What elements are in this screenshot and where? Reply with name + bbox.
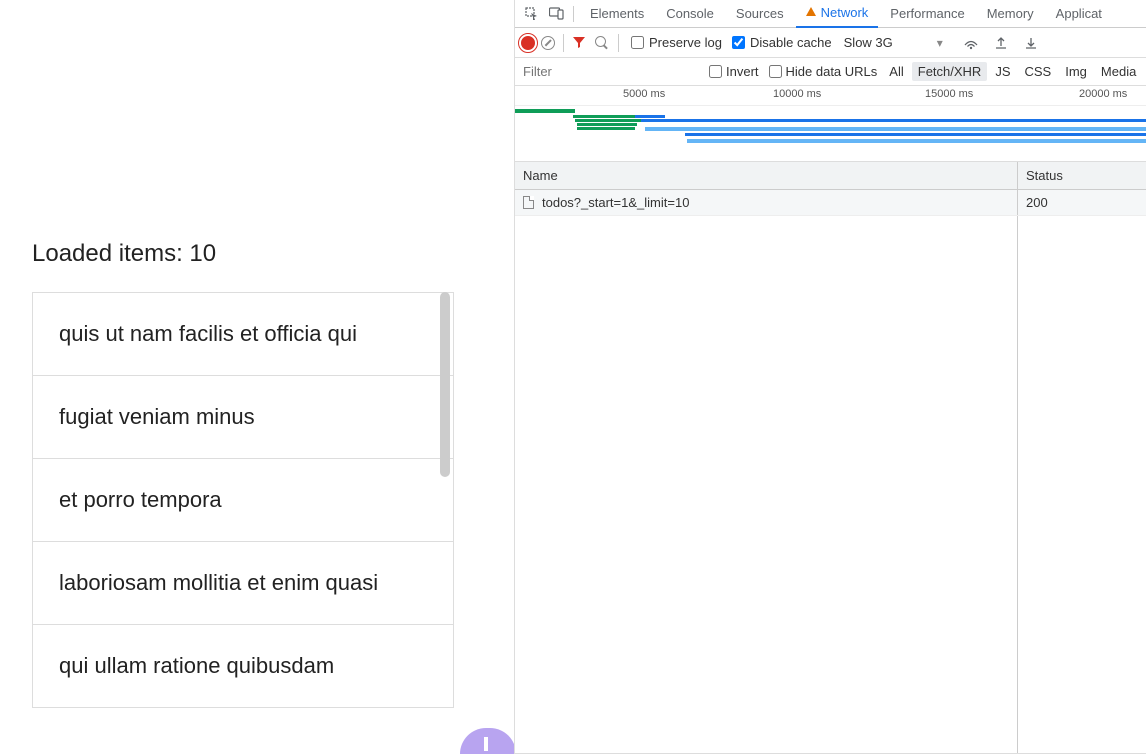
list-item[interactable]: quis ut nam facilis et officia qui bbox=[33, 293, 453, 376]
filter-all[interactable]: All bbox=[883, 62, 909, 81]
clear-button[interactable] bbox=[541, 36, 555, 50]
tab-performance[interactable]: Performance bbox=[880, 0, 974, 28]
timeline-tick: 20000 ms bbox=[1079, 88, 1127, 100]
devtools-panel: Elements Console Sources Network Perform… bbox=[515, 0, 1146, 754]
request-status: 200 bbox=[1018, 190, 1146, 215]
request-name: todos?_start=1&_limit=10 bbox=[542, 195, 689, 210]
devtools-tabs: Elements Console Sources Network Perform… bbox=[515, 0, 1146, 28]
preserve-log-checkbox[interactable]: Preserve log bbox=[631, 35, 722, 50]
invert-checkbox[interactable]: Invert bbox=[709, 64, 759, 79]
throttle-select[interactable]: Slow 3G bbox=[844, 35, 893, 50]
col-status-header[interactable]: Status bbox=[1018, 162, 1146, 189]
tab-application[interactable]: Applicat bbox=[1046, 0, 1112, 28]
invert-label: Invert bbox=[726, 64, 759, 79]
filter-input[interactable] bbox=[515, 58, 705, 85]
filter-js[interactable]: JS bbox=[989, 62, 1016, 81]
divider bbox=[618, 34, 619, 52]
filter-css[interactable]: CSS bbox=[1019, 62, 1058, 81]
col-name-header[interactable]: Name bbox=[515, 162, 1018, 189]
fab-button[interactable] bbox=[460, 728, 515, 754]
import-har-icon[interactable] bbox=[1023, 35, 1039, 51]
device-icon[interactable] bbox=[545, 3, 567, 25]
filter-img[interactable]: Img bbox=[1059, 62, 1093, 81]
disable-cache-checkbox[interactable]: Disable cache bbox=[732, 35, 832, 50]
timeline-tick: 10000 ms bbox=[773, 88, 821, 100]
warning-icon bbox=[806, 7, 816, 16]
scrollbar[interactable] bbox=[440, 292, 450, 477]
inspect-icon[interactable] bbox=[521, 3, 543, 25]
timeline-tick: 5000 ms bbox=[623, 88, 665, 100]
timeline-tick: 15000 ms bbox=[925, 88, 973, 100]
filter-media[interactable]: Media bbox=[1095, 62, 1142, 81]
filter-row: Invert Hide data URLs All Fetch/XHR JS C… bbox=[515, 58, 1146, 86]
chevron-down-icon[interactable]: ▾ bbox=[937, 36, 943, 50]
list-item[interactable]: fugiat veniam minus bbox=[33, 376, 453, 459]
table-header: Name Status bbox=[515, 162, 1146, 190]
request-table: Name Status todos?_start=1&_limit=10 200 bbox=[515, 162, 1146, 754]
divider bbox=[573, 6, 574, 22]
filter-fetch-xhr[interactable]: Fetch/XHR bbox=[912, 62, 988, 81]
tab-console[interactable]: Console bbox=[656, 0, 724, 28]
list-item[interactable]: qui ullam ratione quibusdam bbox=[33, 625, 453, 708]
disable-cache-label: Disable cache bbox=[750, 35, 832, 50]
tab-network[interactable]: Network bbox=[796, 0, 879, 28]
hide-data-urls-label: Hide data URLs bbox=[786, 64, 878, 79]
app-panel: Loaded items: 10 quis ut nam facilis et … bbox=[0, 0, 515, 754]
preserve-log-label: Preserve log bbox=[649, 35, 722, 50]
toolbar-icons bbox=[963, 35, 1039, 51]
record-button[interactable] bbox=[521, 36, 535, 50]
divider bbox=[563, 34, 564, 52]
file-icon bbox=[523, 196, 534, 209]
tab-elements[interactable]: Elements bbox=[580, 0, 654, 28]
content-area: Loaded items: 10 quis ut nam facilis et … bbox=[32, 240, 454, 708]
loaded-items-title: Loaded items: 10 bbox=[32, 240, 454, 268]
timeline-bars bbox=[515, 107, 1146, 161]
network-toolbar: Preserve log Disable cache Slow 3G ▾ bbox=[515, 28, 1146, 58]
table-row[interactable]: todos?_start=1&_limit=10 200 bbox=[515, 190, 1146, 216]
network-conditions-icon[interactable] bbox=[963, 35, 979, 51]
hide-data-urls-checkbox[interactable]: Hide data URLs bbox=[769, 64, 878, 79]
tab-memory[interactable]: Memory bbox=[977, 0, 1044, 28]
list-item[interactable]: et porro tempora bbox=[33, 459, 453, 542]
export-har-icon[interactable] bbox=[993, 35, 1009, 51]
filter-icon[interactable] bbox=[572, 35, 588, 51]
network-timeline[interactable]: 5000 ms 10000 ms 15000 ms 20000 ms bbox=[515, 86, 1146, 162]
tab-sources[interactable]: Sources bbox=[726, 0, 794, 28]
items-list[interactable]: quis ut nam facilis et officia qui fugia… bbox=[32, 292, 454, 708]
tab-network-label: Network bbox=[821, 5, 869, 20]
type-filters: All Fetch/XHR JS CSS Img Media bbox=[883, 62, 1142, 81]
list-item[interactable]: laboriosam mollitia et enim quasi bbox=[33, 542, 453, 625]
search-icon[interactable] bbox=[594, 35, 610, 51]
